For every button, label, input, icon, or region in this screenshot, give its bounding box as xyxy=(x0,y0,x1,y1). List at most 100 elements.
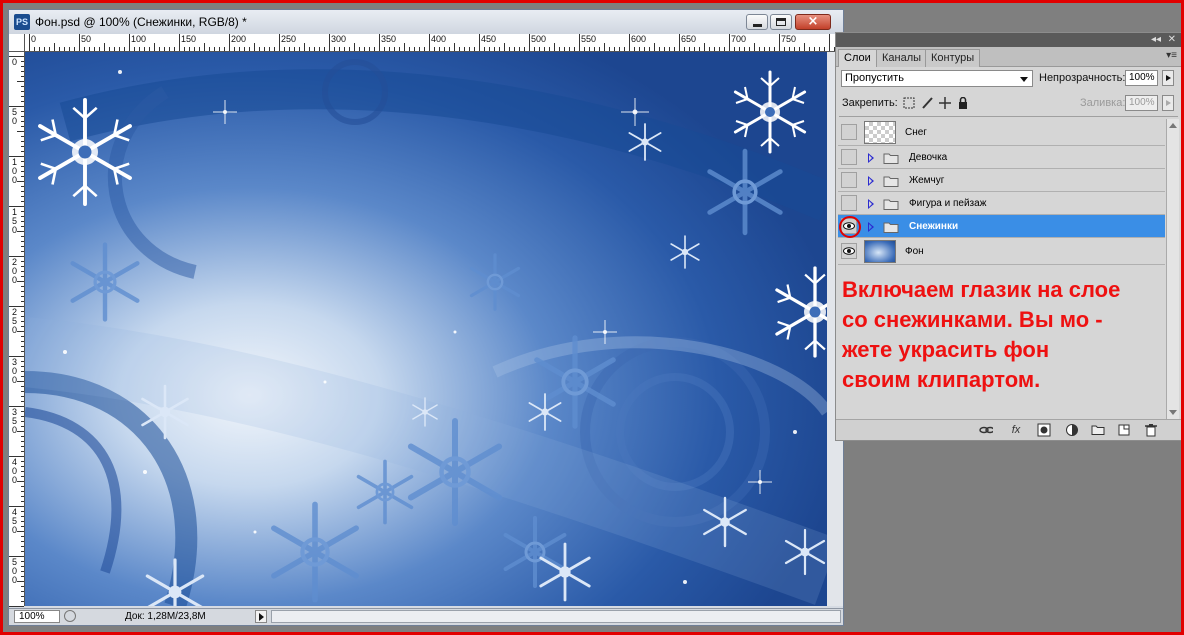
opacity-field[interactable]: 100% xyxy=(1125,70,1158,86)
ruler-tick xyxy=(579,34,580,51)
ruler-tick xyxy=(569,47,570,51)
ruler-tick xyxy=(654,43,655,51)
ruler-tick xyxy=(21,71,24,72)
ruler-tick xyxy=(414,47,415,51)
status-menu-arrow-icon[interactable] xyxy=(255,610,267,623)
visibility-toggle[interactable] xyxy=(841,124,857,140)
ruler-tick xyxy=(814,47,815,51)
ruler-tick xyxy=(779,34,780,51)
ruler-label: 250 xyxy=(11,307,17,335)
ruler-tick xyxy=(359,47,360,51)
ruler-tick xyxy=(21,176,24,177)
trash-icon[interactable] xyxy=(1144,423,1158,437)
layer-name: Снег xyxy=(905,127,927,138)
layer-row-fon[interactable]: Фон xyxy=(838,238,1165,265)
lock-all-icon[interactable] xyxy=(957,97,969,109)
vertical-ruler[interactable]: 0 50 100 150 200 250 300 350 400 450 500 xyxy=(9,52,25,607)
layer-row-sneg[interactable]: Снег xyxy=(838,119,1165,146)
ruler-tick xyxy=(21,61,24,62)
adjustment-icon[interactable] xyxy=(1065,423,1079,437)
expand-arrow-icon[interactable] xyxy=(868,199,874,209)
ruler-tick xyxy=(379,34,380,51)
visibility-toggle[interactable] xyxy=(841,172,857,188)
ruler-tick xyxy=(384,47,385,51)
ruler-tick xyxy=(21,136,24,137)
zoom-field[interactable]: 100% xyxy=(14,610,60,623)
ruler-tick xyxy=(21,451,24,452)
visibility-toggle[interactable] xyxy=(839,216,861,238)
ruler-tick xyxy=(21,96,24,97)
lock-image-pixels-icon[interactable] xyxy=(921,97,933,109)
lock-position-icon[interactable] xyxy=(939,97,951,109)
ruler-tick xyxy=(449,47,450,51)
layer-row-snezhinki[interactable]: Снежинки xyxy=(838,215,1165,238)
opacity-slider-button[interactable] xyxy=(1162,70,1174,86)
folder-icon[interactable] xyxy=(1091,423,1105,437)
ruler-tick xyxy=(114,47,115,51)
ruler-tick xyxy=(164,47,165,51)
ruler-tick xyxy=(21,121,24,122)
ruler-origin[interactable] xyxy=(9,34,25,52)
expand-arrow-icon[interactable] xyxy=(868,222,874,232)
blend-mode-select[interactable]: Пропустить xyxy=(841,70,1033,87)
tab-paths[interactable]: Контуры xyxy=(925,49,981,67)
layer-row-figura[interactable]: Фигура и пейзаж xyxy=(838,192,1165,215)
ruler-tick xyxy=(439,47,440,51)
expand-arrow-icon[interactable] xyxy=(868,153,874,163)
panel-menu-icon[interactable]: ▾≡ xyxy=(1166,50,1177,61)
ruler-tick xyxy=(639,47,640,51)
fill-field[interactable]: 100% xyxy=(1125,95,1158,111)
ruler-tick xyxy=(199,47,200,51)
new-layer-icon[interactable] xyxy=(1117,423,1131,437)
ruler-tick xyxy=(21,241,24,242)
scroll-down-icon[interactable] xyxy=(1169,410,1177,415)
ruler-tick xyxy=(21,346,24,347)
fx-icon[interactable]: fx xyxy=(1009,423,1023,437)
minimize-button[interactable] xyxy=(746,14,768,30)
layer-name: Девочка xyxy=(909,152,948,163)
image-canvas[interactable] xyxy=(25,52,827,606)
ruler-tick xyxy=(629,34,630,51)
tab-layers[interactable]: Слои xyxy=(838,49,877,67)
fill-slider-button[interactable] xyxy=(1162,95,1174,111)
ruler-label: 350 xyxy=(11,407,17,435)
close-icon[interactable]: ✕ xyxy=(1168,33,1176,47)
status-bar: 100% Док: 1,28M/23,8M xyxy=(9,608,843,625)
ruler-tick xyxy=(809,47,810,51)
scroll-up-icon[interactable] xyxy=(1169,123,1177,128)
ruler-tick xyxy=(584,47,585,51)
ruler-tick xyxy=(59,47,60,51)
ruler-tick xyxy=(589,47,590,51)
status-info-icon[interactable] xyxy=(64,610,76,622)
visibility-toggle[interactable] xyxy=(841,195,857,211)
ruler-tick xyxy=(314,47,315,51)
link-icon[interactable] xyxy=(979,423,993,437)
close-button[interactable]: × xyxy=(795,14,831,30)
ruler-tick xyxy=(324,47,325,51)
maximize-button[interactable] xyxy=(770,14,792,30)
ruler-tick xyxy=(21,541,24,542)
visibility-toggle[interactable] xyxy=(841,149,857,165)
horizontal-scrollbar[interactable] xyxy=(271,610,841,623)
ruler-tick xyxy=(49,47,50,51)
ruler-tick xyxy=(319,47,320,51)
ruler-tick xyxy=(104,43,105,51)
horizontal-ruler[interactable]: 0 50 100 150 200 250 300 350 400 450 500 550 600 650 7… xyxy=(25,34,843,52)
panel-header-strip: ◂◂ ✕ xyxy=(836,33,1181,47)
double-arrow-icon[interactable]: ◂◂ xyxy=(1151,33,1161,47)
lock-transparent-pixels-icon[interactable] xyxy=(903,97,915,109)
layer-row-zhemchug[interactable]: Жемчуг xyxy=(838,169,1165,192)
tab-channels[interactable]: Каналы xyxy=(876,49,928,67)
ruler-tick xyxy=(21,186,24,187)
ruler-tick xyxy=(21,546,24,547)
mask-icon[interactable] xyxy=(1037,423,1051,437)
annotation-line: своим клипартом. xyxy=(842,367,1041,392)
visibility-toggle[interactable] xyxy=(841,243,857,259)
ruler-tick xyxy=(99,47,100,51)
expand-arrow-icon[interactable] xyxy=(868,176,874,186)
document-window: PS Фон.psd @ 100% (Снежинки, RGB/8) * × … xyxy=(8,9,844,626)
opacity-label: Непрозрачность: xyxy=(1039,72,1126,84)
document-title-bar[interactable]: PS Фон.psd @ 100% (Снежинки, RGB/8) * × xyxy=(9,10,843,34)
ruler-tick xyxy=(464,47,465,51)
layer-row-devochka[interactable]: Девочка xyxy=(838,146,1165,169)
